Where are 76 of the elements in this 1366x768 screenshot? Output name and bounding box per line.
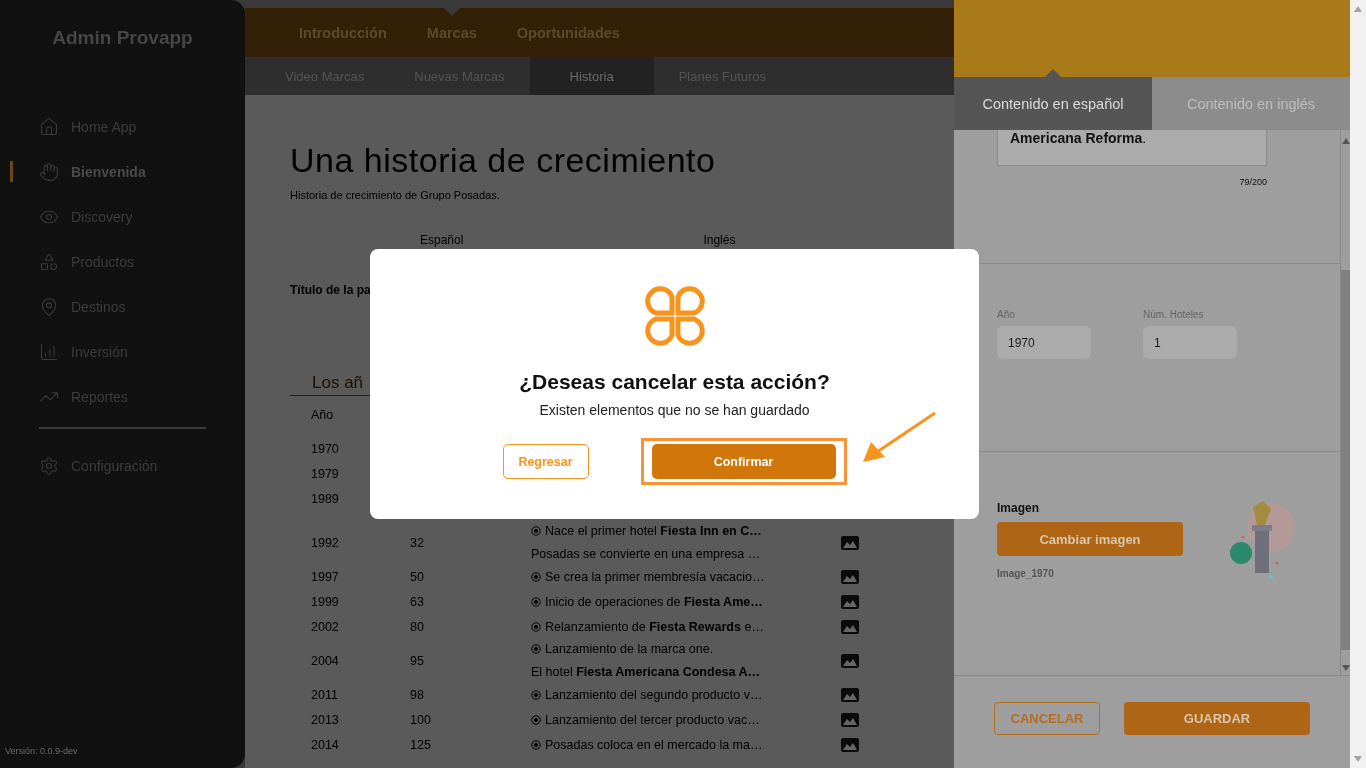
table-cell-text: 2011 [311,687,339,702]
table-cell-text: 32 [410,535,425,550]
save-button[interactable]: GUARDAR [1124,701,1310,735]
back-button[interactable]: Regresar [502,444,589,479]
table-cell-text: 2004 [311,653,340,668]
table-cell-text: 50 [410,569,425,584]
text-area[interactable]: Americana Reforma. [997,130,1267,166]
description-text: Posadas se convierte en una empresa … [531,547,761,561]
scroll-up-icon[interactable] [1341,138,1350,144]
description-text: Posadas coloca en el mercado la ma… [545,737,763,752]
table-cell-text: 125 [410,737,432,752]
table-cell-text: 2014 [311,737,340,752]
table-cell-text: 1992 [311,535,340,550]
cancel-button[interactable]: CANCELAR [994,701,1100,735]
description-text: Lanzamiento de la marca one. [545,642,714,656]
description-text: Inicio de operaciones de Fiesta Ame… [545,594,763,609]
image-icon[interactable] [841,594,859,609]
table-cell-text: 2013 [311,712,340,727]
field-label: Imagen [997,501,1040,515]
table-cell-text: 1997 [311,569,340,584]
image-icon[interactable] [841,712,859,727]
language-tab[interactable]: Contenido en español [954,77,1152,130]
column-heading: Español [420,233,464,247]
sub-tab[interactable]: Historia [529,57,654,95]
image-icon[interactable] [841,535,859,550]
sidebar-item[interactable]: Bienvenida [0,149,245,194]
confirm-button[interactable]: Confirmar [651,444,836,479]
table-cell-text: 80 [410,619,425,634]
input-field[interactable]: 1 [1143,326,1237,359]
description-text: Lanzamiento del tercer producto vac… [545,712,760,727]
table-cell-text: 1989 [311,491,340,506]
dialog-title: ¿Deseas cancelar esta acción? [519,370,830,394]
dialog-message: Existen elementos que no se han guardado [539,402,810,418]
image-icon[interactable] [841,653,859,668]
table-cell-text: 63 [410,594,425,609]
table-cell-text: 98 [410,687,425,702]
field-label: Título de la pa [290,283,372,297]
field-label: Núm. Hoteles [1143,309,1205,320]
table-cell-text: 95 [410,653,425,668]
image-icon[interactable] [841,619,859,634]
version-text: Versión: 0.0.9-dev [5,746,78,756]
image-icon[interactable] [841,687,859,702]
shapes-icon [39,251,59,272]
scroll-down-icon[interactable] [1354,756,1362,762]
page-subtitle: Historia de crecimiento de Grupo Posadas. [290,189,501,201]
description-text: Lanzamiento del segundo producto v… [545,687,763,702]
description-text: Nace el primer hotel Fiesta Inn en C… [545,524,762,538]
scroll-up-icon[interactable] [1354,6,1362,12]
table-cell-text: 1979 [311,466,340,481]
input-field[interactable]: 1970 [997,326,1091,359]
description-text: El hotel Fiesta Americana Condesa A… [531,665,761,679]
hand-icon [39,161,59,182]
table-cell-text: 1970 [311,441,340,456]
image-icon[interactable] [841,569,859,584]
table-cell-text: 100 [410,712,432,727]
change-image-button[interactable]: Cambiar imagen [997,522,1183,556]
map-pin-icon [39,296,59,317]
tab-pointer [1045,69,1061,77]
page-scrollbar[interactable] [1350,0,1366,768]
page-title: Una historia de crecimiento [290,141,717,180]
description-text: Se crea la primer membresía vacacio… [545,569,765,584]
character-counter: 79/200 [1238,177,1267,187]
scrollbar[interactable] [1340,130,1350,675]
description-text: Relanzamiento de Fiesta Rewards e… [545,619,764,634]
table-cell-text: 1999 [311,594,340,609]
column-heading: Año [311,408,334,422]
image-icon[interactable] [841,737,859,752]
table-cell-text: 2002 [311,619,340,634]
home-icon [39,116,59,137]
bar-chart-icon [39,341,59,362]
scroll-down-icon[interactable] [1341,665,1350,671]
settings-icon [39,455,59,476]
scroll-thumb[interactable] [1340,270,1351,650]
field-label: Año [997,309,1016,320]
column-heading: Inglés [703,233,736,247]
file-name: Image_1970 [997,568,1055,579]
